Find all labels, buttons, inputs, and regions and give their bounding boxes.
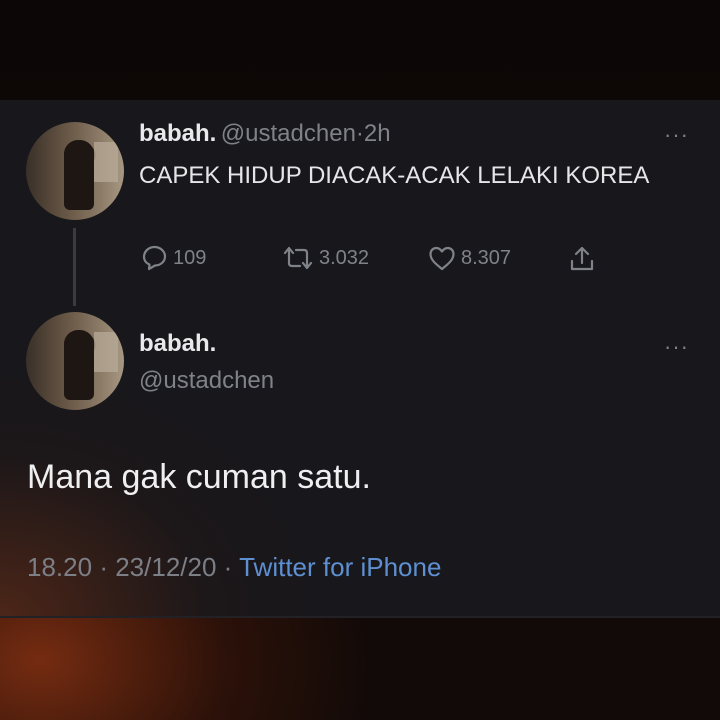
like-count: 8.307	[461, 246, 512, 269]
tweet2-author-name[interactable]: babah.	[139, 330, 216, 358]
avatar-figure	[64, 330, 94, 400]
tweet1-header: babah. @ustadchen·2h	[139, 120, 391, 148]
tweet1-author-name[interactable]: babah.	[139, 120, 216, 147]
retweet-count: 3.032	[319, 246, 370, 269]
tweet2-meta: 18.20 · 23/12/20 · Twitter for iPhone	[27, 552, 441, 583]
retweet-button[interactable]: 3.032	[281, 244, 369, 272]
avatar-figure	[64, 140, 94, 210]
avatar-window	[94, 142, 118, 182]
meta-dot: ·	[99, 552, 108, 582]
tweet1-time[interactable]: 2h	[364, 120, 391, 147]
tweet2-time[interactable]: 18.20	[27, 552, 92, 582]
share-icon	[570, 246, 594, 271]
tweet2-text: Mana gak cuman satu.	[27, 458, 371, 496]
avatar-window	[94, 332, 118, 372]
tweet1-text: CAPEK HIDUP DIACAK-ACAK LELAKI KOREA	[139, 162, 650, 189]
tweet1-author-handle[interactable]: @ustadchen	[221, 120, 356, 147]
tweet2-author-handle[interactable]: @ustadchen	[139, 367, 274, 395]
like-icon	[429, 246, 455, 271]
more-icon[interactable]: ···	[664, 334, 689, 360]
thread-connector	[73, 228, 76, 306]
tweet2-date[interactable]: 23/12/20	[115, 552, 216, 582]
divider	[0, 616, 720, 618]
reply-button[interactable]: 109	[139, 244, 206, 272]
tweet2-source-link[interactable]: Twitter for iPhone	[239, 552, 441, 582]
like-button[interactable]: 8.307	[427, 244, 511, 272]
reply-icon	[142, 245, 167, 271]
retweet-icon	[283, 246, 313, 270]
tweet1-dot: ·	[355, 120, 364, 147]
tweet1-actions: 109 3.032 8.307	[139, 244, 609, 276]
meta-dot: ·	[223, 552, 233, 582]
reply-count: 109	[173, 246, 207, 269]
avatar[interactable]	[26, 312, 124, 410]
avatar[interactable]	[26, 122, 124, 220]
share-button[interactable]	[567, 244, 597, 274]
more-icon[interactable]: ···	[664, 122, 689, 148]
